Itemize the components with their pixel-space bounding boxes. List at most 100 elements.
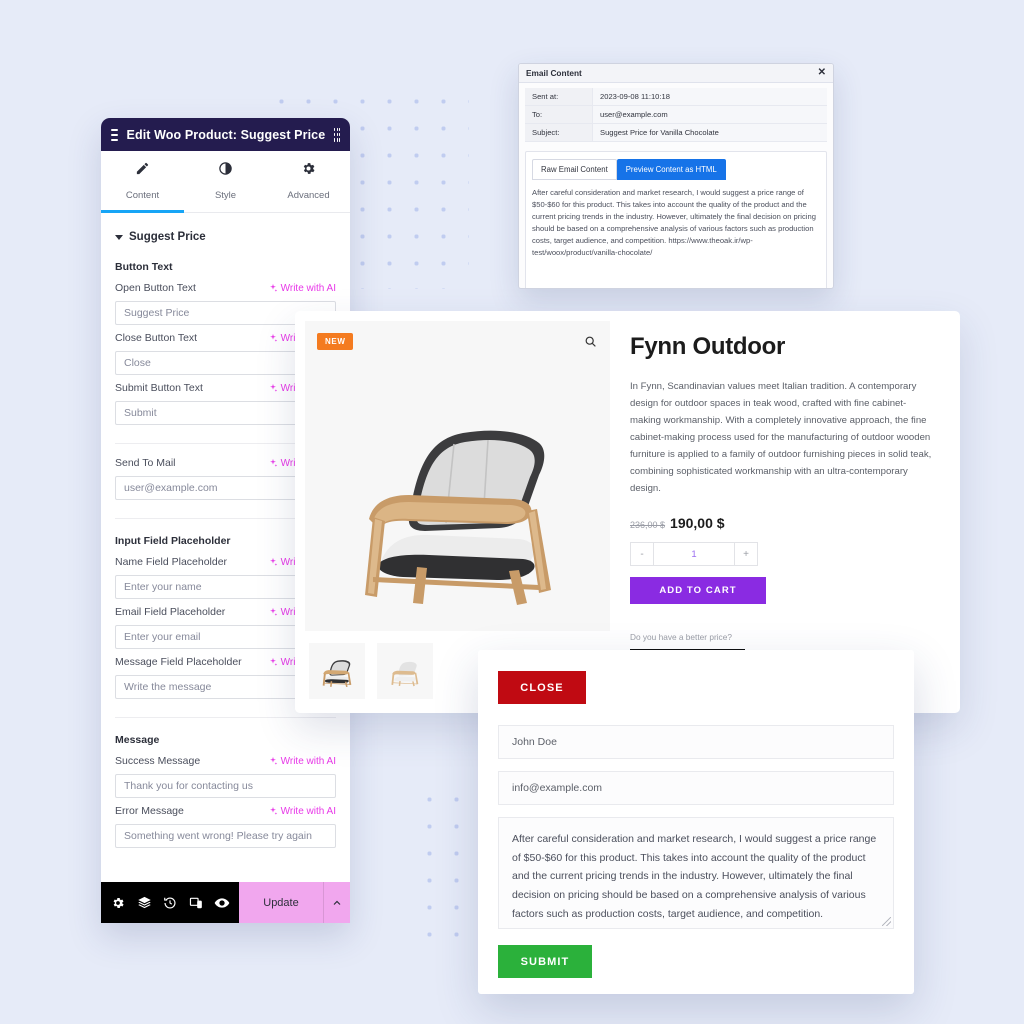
email-body-text: After careful consideration and market r… [532, 188, 816, 257]
tab-preview-content-as-html[interactable]: Preview Content as HTML [616, 159, 726, 180]
thumbnail-1[interactable] [309, 643, 365, 699]
tab-advanced[interactable]: Advanced [267, 151, 350, 212]
meta-value-subject: Suggest Price for Vanilla Chocolate [593, 124, 827, 141]
email-preview-tabs: Raw Email Content Preview Content as HTM… [532, 159, 820, 180]
sparkle-icon [269, 806, 277, 815]
meta-value-sent-at: 2023-09-08 11:10:18 [593, 88, 827, 105]
product-main-image[interactable]: NEW [305, 321, 610, 631]
meta-value-to: user@example.com [593, 106, 827, 123]
update-button[interactable]: Update [239, 882, 323, 923]
caret-down-icon [115, 234, 123, 240]
suggest-price-modal: CLOSE John Doe info@example.com After ca… [478, 650, 914, 994]
update-button-label: Update [263, 896, 299, 909]
group-title-message: Message [115, 734, 160, 746]
tab-style[interactable]: Style [184, 151, 267, 212]
editor-footer-toolbar: Update [101, 882, 350, 923]
gear-icon [267, 161, 350, 178]
tab-advanced-label: Advanced [287, 190, 330, 201]
field-label: Email Field Placeholder [115, 606, 226, 618]
search-magnifier-icon[interactable] [580, 331, 600, 351]
status-badge-new: NEW [317, 333, 354, 350]
sparkle-icon [269, 458, 277, 467]
quantity-decrease-button[interactable]: - [631, 543, 653, 565]
thumbnail-2[interactable] [377, 643, 433, 699]
email-window-titlebar: Email Content ✕ [519, 64, 833, 83]
footer-tools [101, 882, 239, 923]
close-button[interactable]: CLOSE [498, 671, 586, 704]
ai-label: Write with AI [280, 805, 336, 817]
group-title-button-text: Button Text [115, 261, 173, 273]
submit-button[interactable]: SUBMIT [498, 945, 592, 978]
sparkle-icon [269, 657, 277, 666]
field-label: Message Field Placeholder [115, 656, 242, 668]
chair-thumb-icon [322, 660, 352, 687]
table-row: To: user@example.com [525, 106, 827, 124]
editor-tabs: Content Style Advanced [101, 151, 350, 213]
email-window-title: Email Content [526, 68, 582, 78]
quantity-value[interactable]: 1 [653, 543, 735, 566]
meta-key: To: [525, 106, 593, 123]
tab-raw-email-content[interactable]: Raw Email Content [532, 159, 617, 180]
field-label: Error Message [115, 805, 184, 817]
table-row: Subject: Suggest Price for Vanilla Choco… [525, 124, 827, 142]
tab-content-label: Content [125, 190, 160, 201]
pencil-icon [101, 161, 184, 178]
field-error-message: Error Message Write with AI Something we… [101, 804, 350, 854]
sparkle-icon [269, 557, 277, 566]
gear-icon[interactable] [105, 882, 131, 923]
section-toggle-suggest-price[interactable]: Suggest Price [101, 213, 350, 257]
quantity-stepper[interactable]: - 1 + [630, 542, 758, 567]
ai-label: Write with AI [280, 282, 336, 294]
email-content-window: Email Content ✕ Sent at: 2023-09-08 11:1… [518, 63, 834, 289]
quantity-increase-button[interactable]: + [735, 543, 757, 565]
sparkle-icon [269, 383, 277, 392]
error-message-input[interactable]: Something went wrong! Please try again [115, 824, 336, 848]
grid-apps-icon[interactable] [334, 127, 340, 142]
message-textarea[interactable]: After careful consideration and market r… [498, 817, 894, 929]
editor-header: Edit Woo Product: Suggest Price [101, 118, 350, 151]
ai-label: Write with AI [280, 755, 336, 767]
layers-icon[interactable] [131, 882, 157, 923]
sparkle-icon [269, 333, 277, 342]
divider [115, 717, 336, 718]
sparkle-icon [269, 283, 277, 292]
email-preview-panel: Raw Email Content Preview Content as HTM… [525, 151, 827, 288]
chair-thumb-icon [391, 661, 419, 687]
sparkle-icon [269, 607, 277, 616]
resize-grip-icon[interactable] [882, 917, 891, 926]
current-price: 190,00 $ [670, 515, 725, 532]
write-with-ai-link[interactable]: Write with AI [268, 756, 336, 767]
field-success-message: Success Message Write with AI Thank you … [101, 754, 350, 804]
product-description: In Fynn, Scandinavian values meet Italia… [630, 381, 932, 495]
field-label: Submit Button Text [115, 382, 203, 394]
price-row: 236,00 $ 190,00 $ [630, 515, 932, 531]
name-field[interactable]: John Doe [498, 725, 894, 759]
email-meta-table: Sent at: 2023-09-08 11:10:18 To: user@ex… [519, 83, 833, 142]
chevron-up-icon[interactable] [323, 882, 350, 923]
field-label: Success Message [115, 755, 201, 767]
section-label: Suggest Price [129, 231, 206, 243]
field-label: Name Field Placeholder [115, 556, 228, 568]
field-label: Send To Mail [115, 457, 176, 469]
hamburger-icon[interactable] [111, 128, 118, 141]
write-with-ai-link[interactable]: Write with AI [268, 283, 336, 294]
success-message-input[interactable]: Thank you for contacting us [115, 774, 336, 798]
page-title: Edit Woo Product: Suggest Price [126, 127, 326, 142]
responsive-mode-icon[interactable] [183, 882, 209, 923]
eye-preview-icon[interactable] [209, 882, 235, 923]
old-price: 236,00 $ [630, 520, 666, 531]
chair-image [364, 430, 551, 605]
tab-content[interactable]: Content [101, 151, 184, 213]
contrast-icon [184, 161, 267, 178]
better-price-question: Do you have a better price? [630, 632, 732, 643]
write-with-ai-link[interactable]: Write with AI [268, 806, 336, 817]
meta-key: Subject: [525, 124, 593, 141]
message-textarea-value: After careful consideration and market r… [512, 833, 877, 920]
history-icon[interactable] [157, 882, 183, 923]
close-icon[interactable]: ✕ [818, 68, 826, 78]
email-field[interactable]: info@example.com [498, 771, 894, 805]
field-label: Close Button Text [115, 332, 198, 344]
meta-key: Sent at: [525, 88, 593, 105]
sparkle-icon [269, 756, 277, 765]
add-to-cart-button[interactable]: ADD TO CART [630, 577, 766, 605]
